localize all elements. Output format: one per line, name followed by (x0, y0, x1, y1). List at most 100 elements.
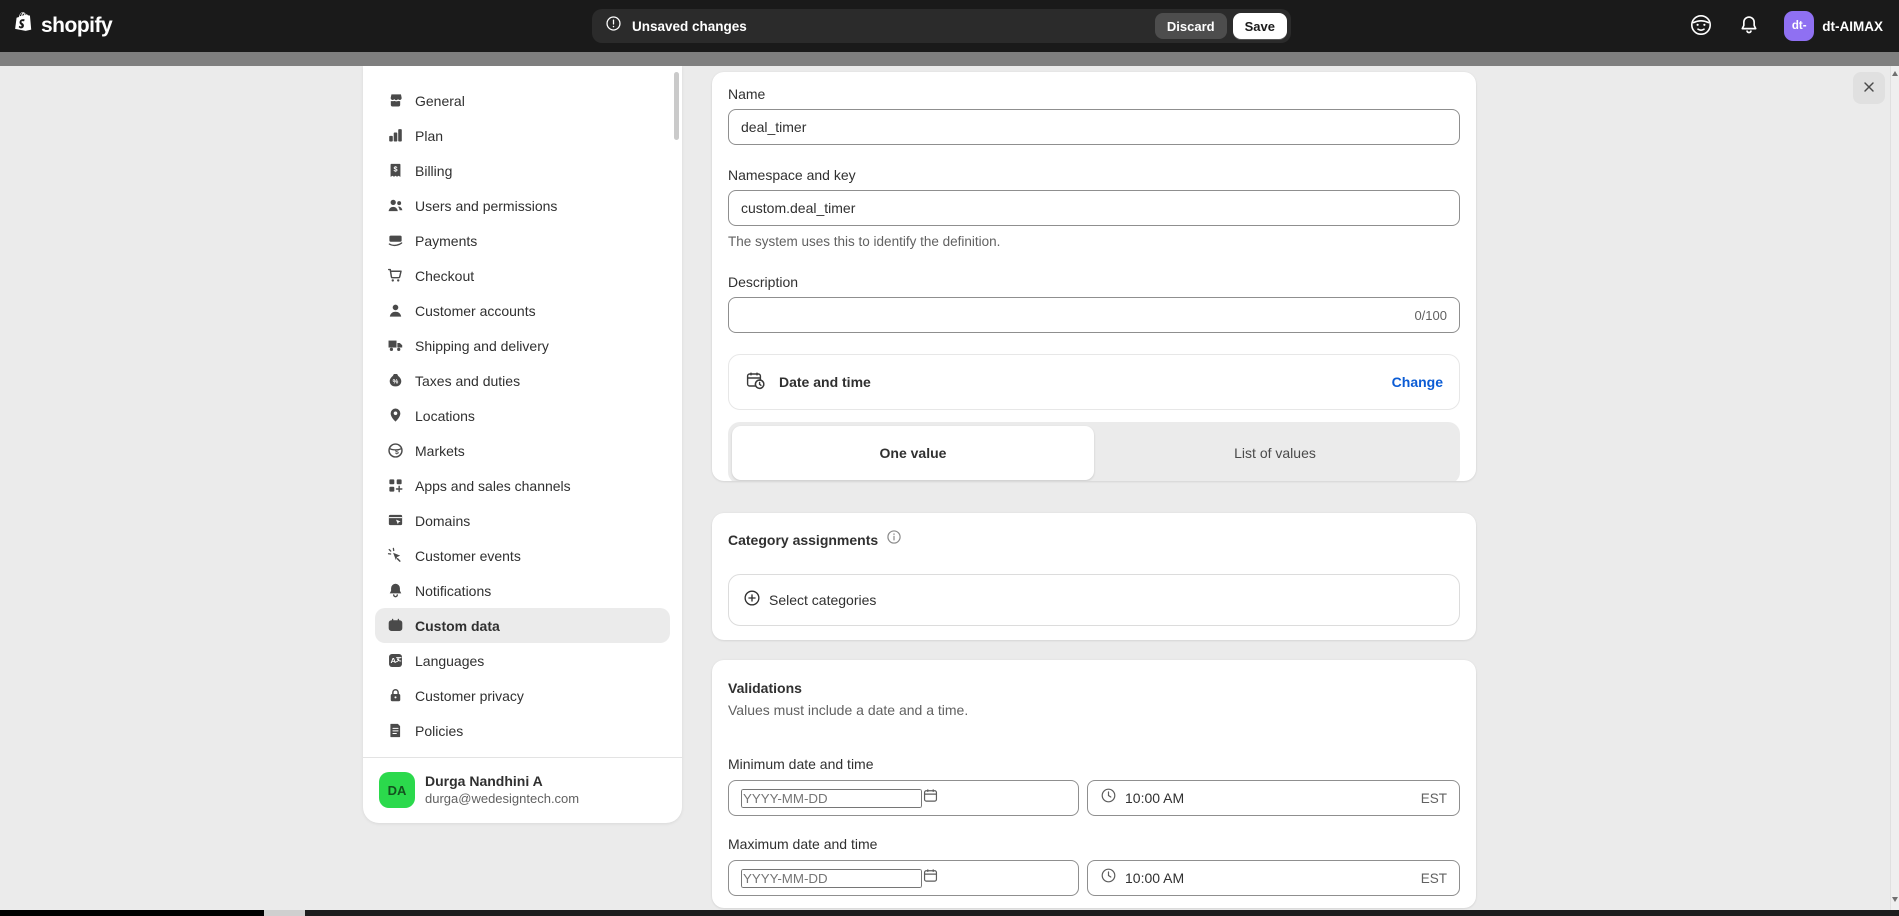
sidebar-item-label: Taxes and duties (415, 373, 520, 389)
store-name: dt-AIMAX (1822, 19, 1883, 34)
sidebar-item-label: General (415, 93, 465, 109)
sidebar-item-label: Policies (415, 723, 463, 739)
discard-button[interactable]: Discard (1155, 13, 1227, 39)
sidebar-item-billing[interactable]: $ Billing (375, 153, 670, 188)
description-input[interactable] (741, 307, 1414, 323)
bell-icon (1738, 14, 1760, 39)
locations-pin-icon (385, 407, 405, 424)
plan-icon (385, 127, 405, 144)
sidebar-item-label: Payments (415, 233, 477, 249)
content-type-row: Date and time Change (728, 354, 1460, 410)
namespace-input[interactable] (741, 200, 1447, 216)
info-icon[interactable] (886, 529, 902, 550)
sidebar-item-notifications[interactable]: Notifications (375, 573, 670, 608)
sidebar-item-label: Custom data (415, 618, 500, 634)
shipping-truck-icon (385, 337, 405, 354)
svg-text:%: % (392, 378, 398, 385)
store-icon (385, 92, 405, 109)
name-label: Name (728, 86, 1460, 102)
sidebar-item-label: Customer accounts (415, 303, 536, 319)
maximum-date-field (728, 860, 1079, 896)
minimum-time-field[interactable]: 10:00 AM EST (1087, 780, 1460, 816)
svg-text:$: $ (393, 165, 397, 174)
sidebar-item-payments[interactable]: Payments (375, 223, 670, 258)
sidebar-item-markets[interactable]: $ Markets (375, 433, 670, 468)
sidebar-item-general[interactable]: General (375, 83, 670, 118)
sidebar-item-users-and-permissions[interactable]: Users and permissions (375, 188, 670, 223)
sidebar-item-customer-accounts[interactable]: Customer accounts (375, 293, 670, 328)
sidebar-item-apps-and-sales-channels[interactable]: Apps and sales channels (375, 468, 670, 503)
banner-actions: Discard Save (1155, 13, 1287, 39)
sidebar-item-customer-privacy[interactable]: Customer privacy (375, 678, 670, 713)
customer-events-cursor-icon (385, 547, 405, 564)
description-label: Description (728, 274, 1460, 290)
user-email: durga@wedesigntech.com (425, 791, 579, 807)
name-input[interactable] (741, 119, 1447, 135)
sidebar-item-customer-events[interactable]: Customer events (375, 538, 670, 573)
sidebar-item-policies[interactable]: Policies (375, 713, 670, 748)
notifications-bell-button[interactable] (1738, 14, 1760, 39)
clock-icon (1100, 787, 1117, 809)
policies-document-icon (385, 722, 405, 739)
settings-nav: General Plan $ Billing Users and permiss… (363, 66, 682, 748)
scroll-down-arrow-icon[interactable] (1892, 897, 1898, 902)
svg-text:A: A (390, 656, 396, 665)
sidebar-item-taxes-and-duties[interactable]: % Taxes and duties (375, 363, 670, 398)
sidebar-item-label: Shipping and delivery (415, 338, 549, 354)
sidebar-item-label: Customer events (415, 548, 521, 564)
shopify-logo[interactable]: shopify (12, 0, 112, 52)
payments-icon (385, 232, 405, 249)
topbar-right-cluster: dt- dt-AIMAX (1688, 0, 1883, 52)
lock-icon (385, 687, 405, 704)
sidebar-item-label: Checkout (415, 268, 474, 284)
change-type-link[interactable]: Change (1392, 374, 1443, 390)
users-icon (385, 197, 405, 214)
apps-grid-icon (385, 477, 405, 494)
scroll-up-arrow-icon[interactable] (1892, 71, 1898, 76)
sidebar-item-languages[interactable]: A Languages (375, 643, 670, 678)
custom-data-icon (385, 617, 405, 634)
user-card[interactable]: DA Durga Nandhini A durga@wedesigntech.c… (363, 758, 682, 822)
sidebar-item-domains[interactable]: Domains (375, 503, 670, 538)
unsaved-changes-banner: Unsaved changes Discard Save (592, 9, 1291, 43)
minimum-date-time-label: Minimum date and time (728, 756, 1460, 772)
page-scrollbar[interactable] (1890, 66, 1899, 910)
validations-card: Validations Values must include a date a… (712, 660, 1476, 908)
calendar-icon[interactable] (922, 867, 939, 889)
sidekick-assistant-button[interactable] (1688, 12, 1714, 41)
tab-one-value[interactable]: One value (732, 426, 1094, 480)
minimum-date-input[interactable] (741, 789, 922, 808)
markets-globe-icon: $ (385, 442, 405, 459)
sidebar-item-shipping-and-delivery[interactable]: Shipping and delivery (375, 328, 670, 363)
settings-modal-backdrop: General Plan $ Billing Users and permiss… (0, 66, 1899, 910)
sidebar-item-custom-data[interactable]: Custom data (375, 608, 670, 643)
tab-list-of-values[interactable]: List of values (1094, 426, 1456, 480)
description-field-box: 0/100 (728, 297, 1460, 333)
calendar-icon[interactable] (922, 787, 939, 809)
sidebar-item-label: Notifications (415, 583, 491, 599)
svg-text:$: $ (394, 449, 398, 456)
shopify-wordmark: shopify (41, 14, 112, 38)
maximum-time-field[interactable]: 10:00 AM EST (1087, 860, 1460, 896)
sidebar-item-locations[interactable]: Locations (375, 398, 670, 433)
maximum-date-time-row: 10:00 AM EST (728, 860, 1460, 896)
minimum-date-field (728, 780, 1079, 816)
category-title-row: Category assignments (728, 527, 1460, 550)
sidebar-item-label: Locations (415, 408, 475, 424)
select-categories-button[interactable]: Select categories (728, 574, 1460, 626)
maximum-date-input[interactable] (741, 869, 922, 888)
topbar: shopify Unsaved changes Discard Save (0, 0, 1899, 52)
store-menu[interactable]: dt- dt-AIMAX (1784, 11, 1883, 41)
sidebar-item-checkout[interactable]: Checkout (375, 258, 670, 293)
validations-title: Validations (728, 674, 1460, 696)
close-modal-button[interactable] (1853, 72, 1885, 104)
maximum-date-time-label: Maximum date and time (728, 836, 1460, 852)
select-categories-label: Select categories (769, 592, 876, 608)
save-button[interactable]: Save (1233, 13, 1287, 39)
user-avatar: DA (379, 772, 415, 808)
sidebar-item-label: Domains (415, 513, 470, 529)
definition-card: Name Namespace and key The system uses t… (712, 72, 1476, 481)
sidebar-item-plan[interactable]: Plan (375, 118, 670, 153)
sidebar-scrollbar[interactable] (674, 72, 679, 140)
sidebar-item-label: Billing (415, 163, 452, 179)
